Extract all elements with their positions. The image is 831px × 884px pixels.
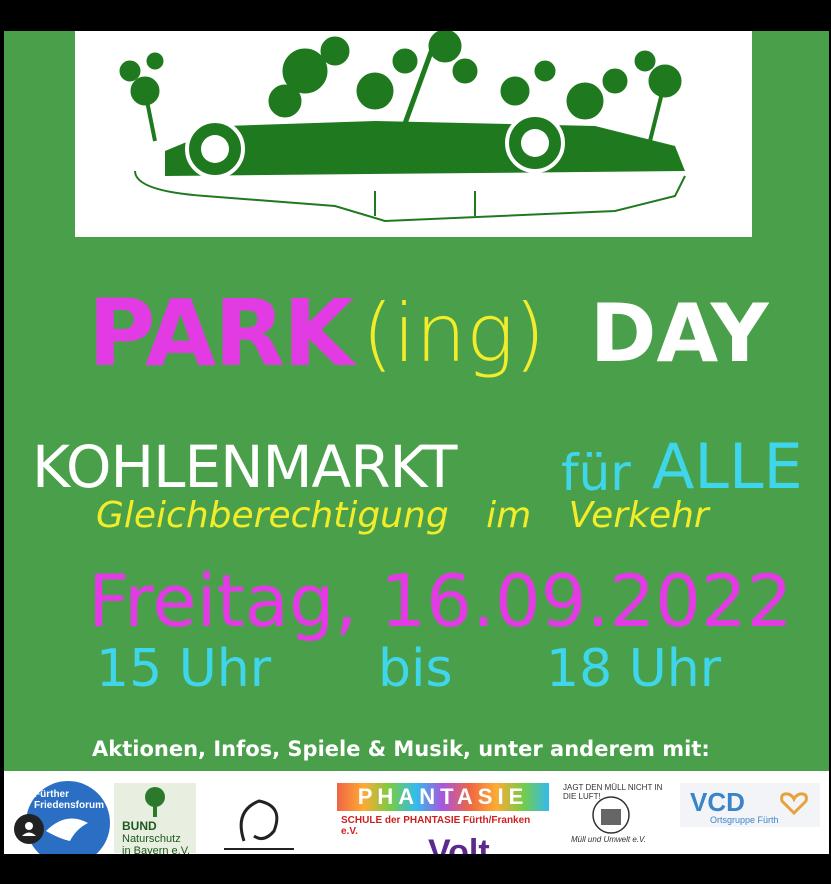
tree-icon xyxy=(145,787,165,817)
top-black-bar xyxy=(0,0,831,31)
phantasie-logo: PHANTASIE SCHULE der PHANTASIE Fürth/Fra… xyxy=(337,783,549,837)
vcd-logo: VCD Ortsgruppe Fürth xyxy=(680,783,820,827)
user-avatar-icon[interactable] xyxy=(14,814,44,844)
snail-logo xyxy=(214,781,304,854)
parking-day-poster: PARK (ing) DAY KOHLENMARKT für ALLE Glei… xyxy=(4,31,829,854)
title-park: PARK xyxy=(88,280,354,387)
vcd-sub: Ortsgruppe Fürth xyxy=(710,815,779,825)
bottom-black-bar xyxy=(0,854,831,884)
car-illustration xyxy=(75,31,752,237)
time-start: 15 Uhr xyxy=(96,639,272,699)
bund-line2: Naturschutz xyxy=(122,833,181,845)
car-with-plants-icon xyxy=(119,31,686,223)
title-ing: (ing) xyxy=(362,287,546,380)
bund-line3: in Bayern e.V. xyxy=(122,845,191,854)
building-icon xyxy=(592,796,630,834)
time-bis: bis xyxy=(378,639,453,699)
title-day: DAY xyxy=(590,287,769,380)
volt-logo: Volt xyxy=(428,833,490,854)
bund-name: BUND xyxy=(122,819,157,833)
event-title: PARK (ing) DAY xyxy=(4,279,829,389)
event-date: Freitag, 16.09.2022 xyxy=(88,559,793,643)
muell-sub: Müll und Umwelt e.V. xyxy=(571,835,646,844)
subtitle: Gleichberechtigung im Verkehr xyxy=(96,495,709,536)
vcd-name: VCD xyxy=(690,787,745,817)
aktionen-text: Aktionen, Infos, Spiele & Musik, unter a… xyxy=(92,737,710,761)
heart-loop-icon xyxy=(780,792,808,816)
partner-logos: Fürther Friedensforum BUND Naturschutz i… xyxy=(4,771,829,854)
muell-logo: JAGT DEN MÜLL NICHT IN DIE LUFT! Müll un… xyxy=(559,779,664,854)
snail-icon xyxy=(224,799,294,850)
bund-logo: BUND Naturschutz in Bayern e.V. xyxy=(114,783,196,854)
time-end: 18 Uhr xyxy=(546,639,722,699)
phantasie-word: PHANTASIE xyxy=(337,783,549,811)
